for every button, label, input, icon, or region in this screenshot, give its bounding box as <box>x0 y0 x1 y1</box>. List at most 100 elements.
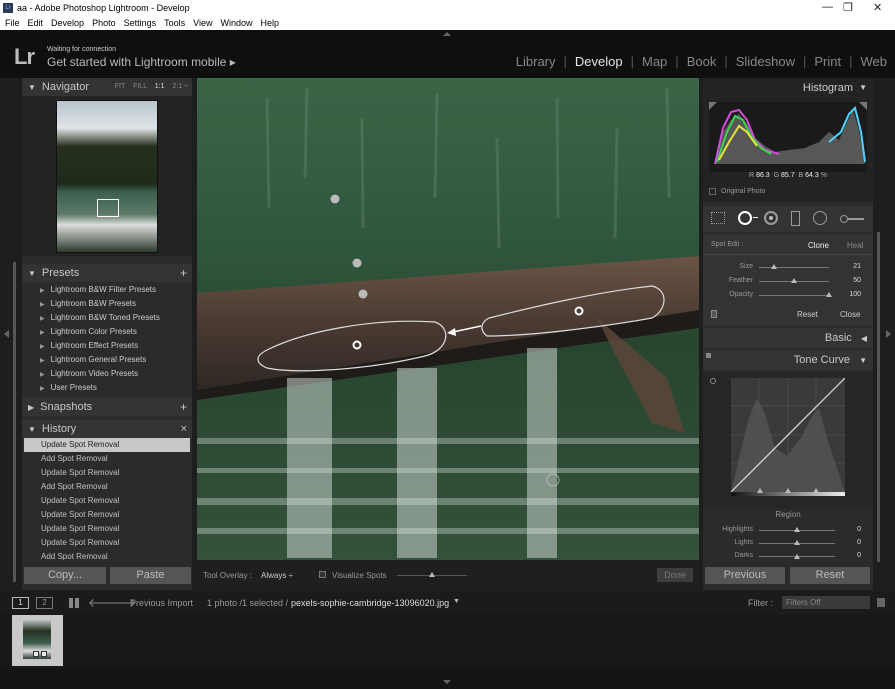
panel-switch-icon[interactable] <box>706 353 711 358</box>
filter-lock-icon[interactable] <box>877 598 885 607</box>
feather-slider-knob[interactable] <box>791 278 797 283</box>
menu-window[interactable]: Window <box>221 18 253 28</box>
history-item[interactable]: Add Spot Removal <box>24 452 190 466</box>
collapse-right-arrow-icon[interactable] <box>886 330 891 338</box>
source-label[interactable]: Previous Import <box>130 598 193 608</box>
darks-knob[interactable] <box>794 554 800 559</box>
lightroom-mobile-link[interactable]: Get started with Lightroom mobile ▸ <box>47 55 236 69</box>
menu-photo[interactable]: Photo <box>92 18 116 28</box>
module-book[interactable]: Book <box>687 54 717 69</box>
target-adjust-icon[interactable] <box>710 378 716 384</box>
opacity-value[interactable]: 100 <box>849 291 861 298</box>
history-item[interactable]: Update Spot Removal <box>24 466 190 480</box>
histogram-graph[interactable] <box>709 102 867 172</box>
highlights-knob[interactable] <box>794 527 800 532</box>
zoom-fit[interactable]: FIT <box>115 83 125 90</box>
previous-button[interactable]: Previous <box>705 567 785 584</box>
photo-image[interactable] <box>197 78 699 560</box>
menu-view[interactable]: View <box>193 18 212 28</box>
size-slider[interactable] <box>759 267 829 268</box>
module-web[interactable]: Web <box>861 54 888 69</box>
preset-folder[interactable]: Lightroom Effect Presets <box>40 341 138 350</box>
heal-mode[interactable]: Heal <box>847 241 863 250</box>
menu-tools[interactable]: Tools <box>164 18 185 28</box>
history-header[interactable]: ▼ History × <box>22 420 192 438</box>
spot-removal-tool-icon[interactable] <box>738 211 752 225</box>
preset-folder[interactable]: Lightroom B&W Toned Presets <box>40 313 160 322</box>
opacity-slider-knob[interactable] <box>826 292 832 297</box>
menu-edit[interactable]: Edit <box>28 18 44 28</box>
original-photo-checkbox[interactable] <box>709 188 716 195</box>
reset-button[interactable]: Reset <box>790 567 870 584</box>
tone-curve-graph[interactable] <box>731 378 845 492</box>
navigator-thumbnail[interactable] <box>56 100 158 253</box>
module-develop[interactable]: Develop <box>575 54 623 69</box>
histogram-collapse-icon[interactable]: ▼ <box>859 83 867 92</box>
minimize-icon[interactable]: — <box>822 1 833 13</box>
right-panel-scrollbar[interactable] <box>877 232 880 562</box>
lights-value[interactable]: 0 <box>857 539 861 546</box>
add-preset-icon[interactable]: + <box>180 264 187 282</box>
restore-icon[interactable]: ❐ <box>843 1 853 14</box>
history-item[interactable]: Update Spot Removal <box>24 536 190 550</box>
menu-develop[interactable]: Develop <box>51 18 84 28</box>
feather-value[interactable]: 50 <box>853 277 861 284</box>
left-panel-scrollbar[interactable] <box>13 262 16 582</box>
filmstrip-cell-selected[interactable] <box>12 615 63 666</box>
filename-label[interactable]: pexels-sophie-cambridge-13096020.jpg <box>291 598 449 608</box>
collapse-left-arrow-icon[interactable] <box>4 330 9 338</box>
module-library[interactable]: Library <box>516 54 556 69</box>
radial-filter-icon[interactable] <box>813 211 827 225</box>
history-item[interactable]: Update Spot Removal <box>24 438 190 452</box>
spot-close-button[interactable]: Close <box>840 310 860 319</box>
navigator-header[interactable]: ▼ Navigator FIT FILL 1:1 2:1 ÷ <box>22 78 192 96</box>
main-window-button[interactable]: 1 <box>12 597 29 609</box>
add-snapshot-icon[interactable]: + <box>180 398 187 416</box>
spot-pin[interactable] <box>330 194 340 204</box>
collapse-bottom-arrow-icon[interactable] <box>443 680 451 684</box>
split-point-knob[interactable] <box>757 488 763 493</box>
navigator-viewport-box[interactable] <box>97 199 119 217</box>
tool-overlay-select[interactable]: Always ÷ <box>261 571 293 580</box>
history-item[interactable]: Update Spot Removal <box>24 494 190 508</box>
size-value[interactable]: 21 <box>853 263 861 270</box>
lights-knob[interactable] <box>794 540 800 545</box>
module-print[interactable]: Print <box>814 54 841 69</box>
tone-curve-header[interactable]: Tone Curve ▼ <box>703 350 873 370</box>
menu-file[interactable]: File <box>5 18 20 28</box>
menu-help[interactable]: Help <box>261 18 280 28</box>
graduated-filter-icon[interactable] <box>791 211 800 226</box>
photo-canvas[interactable] <box>197 78 699 560</box>
filename-dropdown-icon[interactable]: ▼ <box>453 598 460 605</box>
spot-toggle-switch[interactable] <box>711 310 717 318</box>
history-item[interactable]: Update Spot Removal <box>24 508 190 522</box>
clear-history-icon[interactable]: × <box>181 420 187 438</box>
split-point-knob[interactable] <box>785 488 791 493</box>
spot-pin[interactable] <box>352 258 362 268</box>
preset-folder[interactable]: Lightroom Video Presets <box>40 369 138 378</box>
module-slideshow[interactable]: Slideshow <box>736 54 795 69</box>
preset-folder[interactable]: Lightroom B&W Filter Presets <box>40 285 156 294</box>
presets-header[interactable]: ▼ Presets + <box>22 264 192 282</box>
preset-folder[interactable]: User Presets <box>40 383 97 392</box>
visualize-spots-checkbox[interactable] <box>319 571 326 578</box>
paste-settings-button[interactable]: Paste <box>110 567 191 584</box>
history-item[interactable]: Add Spot Removal <box>24 480 190 494</box>
split-point-knob[interactable] <box>813 488 819 493</box>
module-map[interactable]: Map <box>642 54 667 69</box>
grid-view-icon[interactable] <box>69 598 79 608</box>
red-eye-tool-icon[interactable] <box>764 211 778 225</box>
zoom-1-1[interactable]: 1:1 <box>155 83 165 90</box>
spot-reset-button[interactable]: Reset <box>797 310 818 319</box>
filter-select[interactable]: Filters Off <box>782 596 870 609</box>
preset-folder[interactable]: Lightroom Color Presets <box>40 327 137 336</box>
copy-settings-button[interactable]: Copy... <box>24 567 106 584</box>
menu-settings[interactable]: Settings <box>124 18 157 28</box>
close-window-icon[interactable]: ✕ <box>873 1 882 14</box>
zoom-fill[interactable]: FILL <box>133 83 147 90</box>
zoom-2-1[interactable]: 2:1 ÷ <box>172 83 188 90</box>
highlights-value[interactable]: 0 <box>857 526 861 533</box>
preset-folder[interactable]: Lightroom B&W Presets <box>40 299 136 308</box>
basic-header[interactable]: Basic ◀ <box>703 328 873 348</box>
darks-value[interactable]: 0 <box>857 552 861 559</box>
